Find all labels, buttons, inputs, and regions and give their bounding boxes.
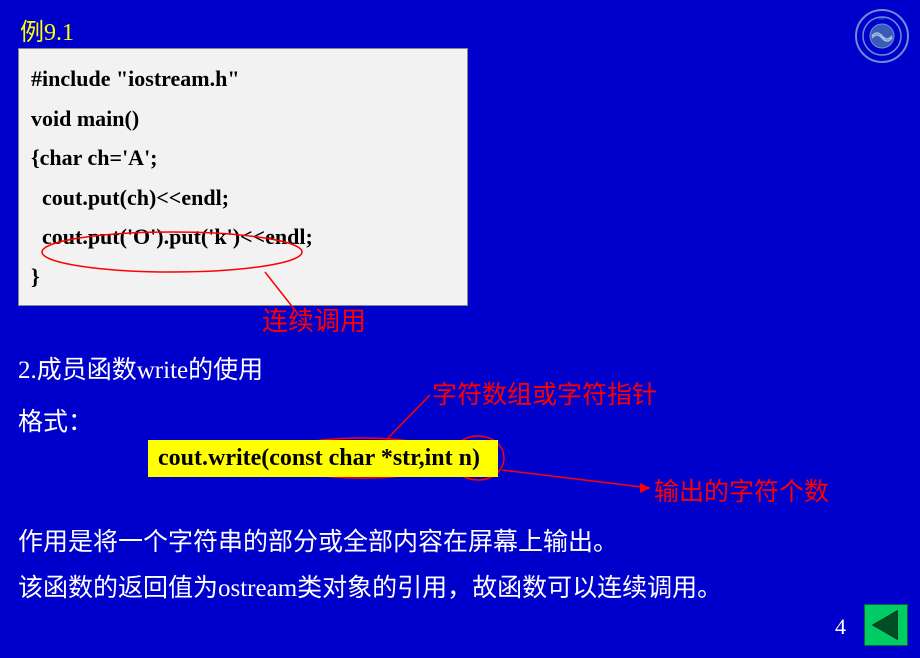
prev-button[interactable]	[864, 604, 908, 646]
code-example-box: #include "iostream.h" void main() {char …	[18, 48, 468, 306]
annotation-char-pointer: 字符数组或字符指针	[432, 375, 657, 411]
section-heading-write: 2.成员函数write的使用	[18, 350, 263, 386]
code-line: void main()	[31, 99, 455, 139]
svg-text:1907: 1907	[878, 16, 886, 21]
chaining-annotation: 连续调用	[262, 301, 366, 338]
write-syntax-highlight: cout.write(const char *str,int n)	[148, 440, 498, 477]
annotation-char-count: 输出的字符个数	[654, 472, 829, 508]
slide-title: 例9.1	[20, 12, 74, 47]
code-line: {char ch='A';	[31, 138, 455, 178]
code-line: cout.put('O').put('k')<<endl;	[31, 217, 455, 257]
code-line: cout.put(ch)<<endl;	[31, 178, 455, 218]
university-logo: 1907	[854, 8, 910, 64]
page-number: 4	[835, 614, 846, 640]
description-line-1: 作用是将一个字符串的部分或全部内容在屏幕上输出。	[18, 522, 618, 558]
description-line-2: 该函数的返回值为ostream类对象的引用，故函数可以连续调用。	[18, 568, 722, 604]
code-line: }	[31, 257, 455, 297]
triangle-left-icon	[865, 605, 907, 645]
format-label: 格式：	[18, 402, 93, 438]
code-line: #include "iostream.h"	[31, 59, 455, 99]
